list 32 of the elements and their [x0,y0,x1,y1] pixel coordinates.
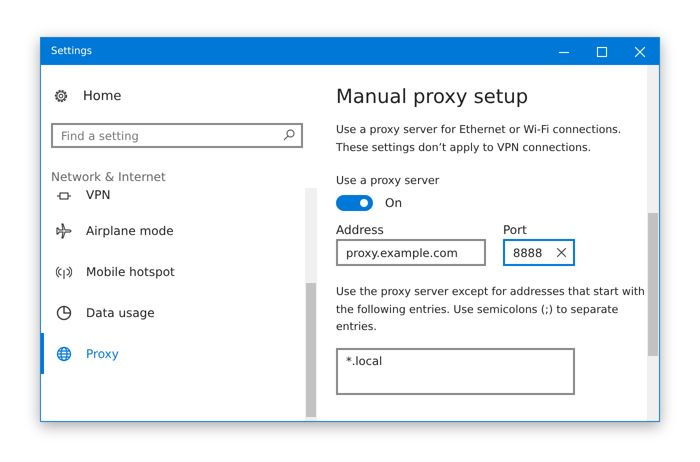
clear-icon[interactable] [557,248,566,257]
maximize-icon [597,46,607,56]
exceptions-field[interactable]: *.local [336,348,575,394]
address-label: Address [336,223,385,237]
section-heading: Network & Internet [51,170,167,184]
page-title: Manual proxy setup [336,85,530,108]
search-icon [283,129,295,141]
nav-item[interactable]: Data usage [41,292,305,333]
globe-icon [56,346,72,362]
close-icon [635,46,645,56]
scrollbar-thumb[interactable] [306,283,316,417]
hotspot-icon [56,264,72,280]
nav-item[interactable]: Airplane mode [41,210,305,251]
scrollbar[interactable] [305,188,317,421]
toggle-switch[interactable] [336,195,373,211]
nav-item[interactable]: Mobile hotspot [41,251,305,292]
toggle-label: Use a proxy server [336,174,440,187]
pie-chart-icon [56,304,72,320]
search-field[interactable]: Find a setting [51,123,303,148]
nav-item[interactable]: VPN [41,188,305,210]
address-field[interactable]: proxy.example.com [336,239,486,266]
toggle-state: On [385,196,402,210]
exceptions-text: Use the proxy server except for addresses that start with the following entries. Use semicolons (;) to separate entries. [336,284,646,335]
scrollbar[interactable] [647,65,659,421]
airplane-icon [56,222,72,238]
scrollbar-thumb[interactable] [648,213,658,356]
port-label: Port [503,223,528,237]
port-field[interactable]: 8888 [503,239,575,266]
gear-icon [53,88,69,104]
home-link[interactable]: Home [53,87,317,105]
window-title: Settings [50,46,92,57]
description-text: Use a proxy server for Ethernet or Wi-Fi connections. These settings don’t apply to VPN connections. [336,122,622,156]
